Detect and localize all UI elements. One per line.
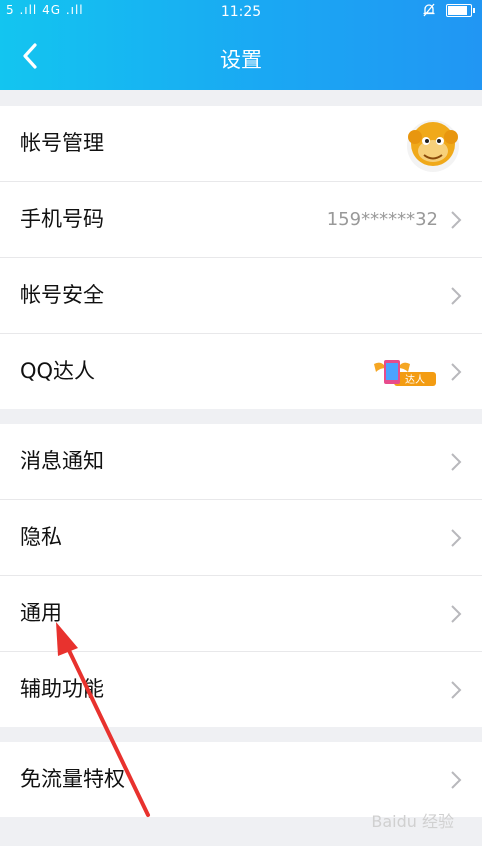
status-time: 11:25 <box>220 4 262 20</box>
phone-number-row[interactable]: 手机号码 159******32 <box>0 182 482 258</box>
battery-icon <box>446 3 475 17</box>
row-label: QQ达人 <box>20 359 96 383</box>
qq-daren-badge-icon: 达人 <box>374 360 436 386</box>
badge-label: 达人 <box>405 374 425 386</box>
notifications-row[interactable]: 消息通知 <box>0 424 482 500</box>
row-label: 手机号码 <box>20 207 104 231</box>
account-security-row[interactable]: 帐号安全 <box>0 258 482 334</box>
chevron-right-icon <box>451 529 462 547</box>
chevron-right-icon <box>451 287 462 305</box>
row-label: 辅助功能 <box>20 677 104 701</box>
silent-bell-icon <box>423 3 435 17</box>
phone-number-value: 159******32 <box>326 209 438 230</box>
chevron-right-icon <box>451 681 462 699</box>
row-label: 免流量特权 <box>20 767 125 791</box>
avatar-icon <box>407 120 459 172</box>
general-row[interactable]: 通用 <box>0 576 482 652</box>
general-settings-group: 消息通知 隐私 通用 辅助功能 <box>0 424 482 727</box>
chevron-right-icon <box>451 363 462 381</box>
chevron-right-icon <box>451 771 462 789</box>
data-free-group: 免流量特权 <box>0 742 482 817</box>
privacy-row[interactable]: 隐私 <box>0 500 482 576</box>
data-free-privilege-row[interactable]: 免流量特权 <box>0 742 482 817</box>
watermark: Baidu 经验 <box>371 812 454 831</box>
account-group: 帐号管理 手机号码 159******32 帐号安全 QQ达人 达人 <box>0 106 482 409</box>
row-label: 帐号管理 <box>20 131 104 155</box>
row-label: 消息通知 <box>20 449 104 473</box>
row-label: 通用 <box>20 601 62 625</box>
row-label: 隐私 <box>20 525 62 549</box>
status-bar: 5 .ıll 4G .ıll 11:25 <box>0 0 482 24</box>
account-management-row[interactable]: 帐号管理 <box>0 106 482 182</box>
chevron-right-icon <box>451 453 462 471</box>
accessibility-row[interactable]: 辅助功能 <box>0 652 482 727</box>
qq-daren-row[interactable]: QQ达人 达人 <box>0 334 482 409</box>
row-label: 帐号安全 <box>20 283 104 307</box>
page-title: 设置 <box>220 48 262 72</box>
chevron-right-icon <box>451 605 462 623</box>
title-bar: 5 .ıll 4G .ıll 11:25 设置 <box>0 0 482 90</box>
chevron-right-icon <box>451 211 462 229</box>
